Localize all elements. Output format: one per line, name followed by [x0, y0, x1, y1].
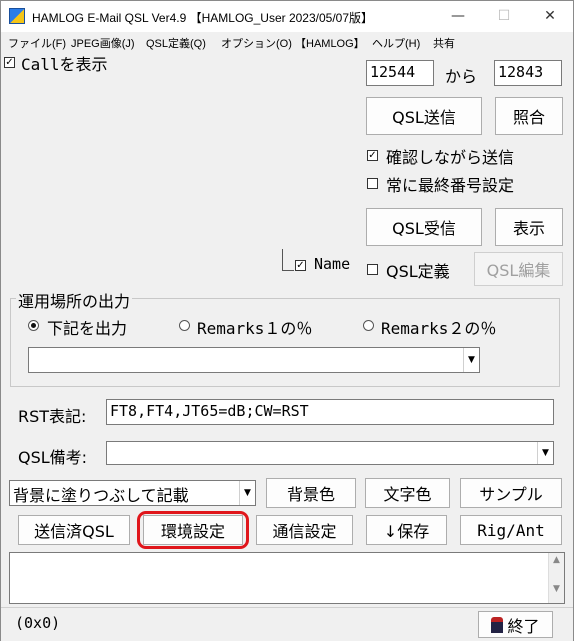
call-display-label: Callを表示 — [21, 55, 108, 74]
menu-help[interactable]: ヘルプ(H) — [372, 35, 420, 51]
rst-input[interactable]: FT8,FT4,JT65=dB;CW=RST — [106, 399, 554, 425]
range-to-input[interactable]: 12843 — [494, 60, 562, 86]
chevron-down-icon[interactable]: ▼ — [463, 348, 479, 372]
save-button[interactable]: ↓保存 — [366, 515, 447, 545]
radio-remarks1-label: Remarks１の％ — [197, 319, 313, 338]
display-button[interactable]: 表示 — [495, 208, 563, 246]
radio-output-below-label: 下記を出力 — [47, 319, 128, 338]
comm-settings-button[interactable]: 通信設定 — [256, 515, 353, 545]
app-icon — [9, 8, 25, 24]
menu-bar: ファイル(F) JPEG画像(J) QSL定義(Q) オプション(O) 【HAM… — [1, 32, 573, 52]
radio-output-below[interactable] — [28, 320, 39, 331]
qsl-def-checkbox[interactable] — [367, 264, 378, 275]
confirm-send-checkbox[interactable]: ✓ — [367, 150, 378, 161]
call-display-checkbox[interactable]: ✓ — [4, 57, 15, 68]
qsl-note-combo[interactable]: ▼ — [106, 441, 554, 465]
log-scrollbar[interactable]: ▲ ▼ — [548, 553, 564, 603]
name-label: Name — [314, 255, 351, 273]
menu-options[interactable]: オプション(O) — [221, 35, 292, 51]
qsl-send-button[interactable]: QSL送信 — [366, 97, 482, 135]
name-checkbox[interactable]: ✓ — [295, 260, 306, 271]
sample-button[interactable]: サンプル — [460, 478, 562, 508]
rst-label: RST表記: — [18, 407, 87, 426]
exit-button[interactable]: 終了 — [478, 611, 553, 638]
radio-remarks1[interactable] — [179, 320, 190, 331]
title-bar: HAMLOG E-Mail QSL Ver4.9 【HAMLOG_User 20… — [1, 1, 573, 32]
bg-mode-value: 背景に塗りつぶして記載 — [13, 486, 189, 505]
text-color-button[interactable]: 文字色 — [365, 478, 450, 508]
scroll-down-icon[interactable]: ▼ — [549, 584, 564, 594]
bg-mode-combo[interactable]: 背景に塗りつぶして記載 ▼ — [9, 480, 256, 506]
close-button[interactable]: ✕ — [527, 1, 573, 32]
menu-share[interactable]: 共有 — [433, 35, 455, 51]
bg-color-button[interactable]: 背景色 — [266, 478, 356, 508]
main-window: HAMLOG E-Mail QSL Ver4.9 【HAMLOG_User 20… — [0, 0, 574, 641]
menu-file[interactable]: ファイル(F) — [8, 35, 66, 51]
always-last-label: 常に最終番号設定 — [386, 176, 515, 195]
qsl-edit-button[interactable]: QSL編集 — [474, 252, 563, 286]
maximize-button[interactable]: ☐ — [481, 1, 527, 32]
always-last-checkbox[interactable] — [367, 178, 378, 189]
log-textarea[interactable]: ▲ ▼ — [9, 552, 565, 604]
confirm-send-label: 確認しながら送信 — [386, 148, 515, 167]
qsl-note-label: QSL備考: — [18, 448, 88, 467]
menu-jpeg[interactable]: JPEG画像(J) — [71, 35, 135, 51]
location-combo[interactable]: ▼ — [28, 347, 480, 373]
location-group-title: 運用場所の出力 — [16, 288, 133, 312]
menu-qsl-def[interactable]: QSL定義(Q) — [146, 35, 206, 51]
window-title: HAMLOG E-Mail QSL Ver4.9 【HAMLOG_User 20… — [32, 11, 374, 25]
match-button[interactable]: 照合 — [495, 97, 563, 135]
qsl-receive-button[interactable]: QSL受信 — [366, 208, 482, 246]
minimize-button[interactable]: — — [435, 1, 481, 32]
status-coords: (0x0) — [15, 614, 61, 632]
qsl-def-label: QSL定義 — [386, 262, 450, 281]
chevron-down-icon[interactable]: ▼ — [537, 442, 553, 464]
highlight-marker — [137, 511, 249, 549]
range-from-input[interactable]: 12544 — [366, 60, 434, 86]
exit-icon — [491, 616, 504, 633]
exit-label: 終了 — [507, 616, 540, 636]
status-bar: (0x0) 終了 — [1, 607, 573, 641]
radio-remarks2[interactable] — [363, 320, 374, 331]
menu-hamlog[interactable]: 【HAMLOG】 — [295, 35, 365, 51]
sent-qsl-button[interactable]: 送信済QSL — [18, 515, 130, 545]
chevron-down-icon[interactable]: ▼ — [239, 481, 255, 505]
range-separator: から — [445, 67, 478, 86]
rig-ant-button[interactable]: Rig/Ant — [460, 515, 562, 545]
scroll-up-icon[interactable]: ▲ — [549, 555, 564, 565]
radio-remarks2-label: Remarks２の％ — [381, 319, 497, 338]
name-bracket — [282, 249, 294, 271]
